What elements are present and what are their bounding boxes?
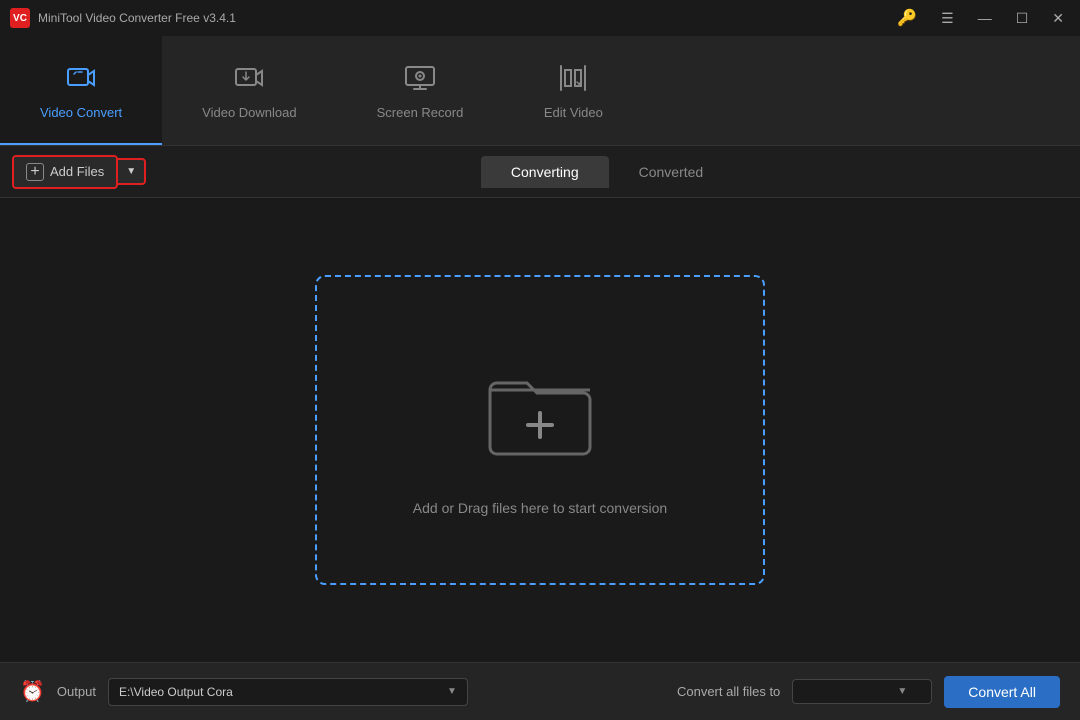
bottom-bar: ⏰ Output E:\Video Output Cora ▼ Convert … xyxy=(0,662,1080,720)
drop-label: Add or Drag files here to start conversi… xyxy=(413,500,667,516)
edit-video-icon xyxy=(557,62,589,99)
folder-add-icon xyxy=(475,345,605,480)
minimize-button[interactable]: — xyxy=(972,8,998,28)
add-files-plus-icon: + xyxy=(26,163,44,181)
tabs-area: Converting Converted xyxy=(146,156,1068,188)
toolbar: + Add Files ▼ Converting Converted xyxy=(0,146,1080,198)
maximize-button[interactable]: ☐ xyxy=(1010,8,1035,29)
output-path-chevron-icon: ▼ xyxy=(447,686,457,697)
screen-record-icon xyxy=(404,62,436,99)
add-files-button[interactable]: + Add Files xyxy=(12,155,118,189)
close-button[interactable]: ✕ xyxy=(1046,8,1070,29)
convert-all-files-label: Convert all files to xyxy=(677,684,780,699)
dropzone[interactable]: Add or Drag files here to start conversi… xyxy=(315,275,765,585)
nav-label-video-convert: Video Convert xyxy=(40,105,122,120)
video-convert-icon xyxy=(65,62,97,99)
title-bar-left: VC MiniTool Video Converter Free v3.4.1 xyxy=(10,8,236,28)
add-files-dropdown-button[interactable]: ▼ xyxy=(118,158,146,185)
sidebar-item-video-convert[interactable]: Video Convert xyxy=(0,36,162,145)
navbar: Video Convert Video Download Screen Reco… xyxy=(0,36,1080,146)
app-title: MiniTool Video Converter Free v3.4.1 xyxy=(38,11,236,25)
sidebar-item-edit-video[interactable]: Edit Video xyxy=(503,36,643,145)
nav-label-screen-record: Screen Record xyxy=(377,105,464,120)
title-bar: VC MiniTool Video Converter Free v3.4.1 … xyxy=(0,0,1080,36)
nav-label-video-download: Video Download xyxy=(202,105,296,120)
key-icon[interactable]: 🔑 xyxy=(891,6,923,30)
menu-button[interactable]: ☰ xyxy=(935,8,960,29)
logo-text: VC xyxy=(13,13,27,24)
video-download-icon xyxy=(233,62,265,99)
tab-converting[interactable]: Converting xyxy=(481,156,609,188)
nav-label-edit-video: Edit Video xyxy=(544,105,603,120)
add-files-label: Add Files xyxy=(50,164,104,179)
add-files-chevron-icon: ▼ xyxy=(126,166,136,177)
app-logo: VC xyxy=(10,8,30,28)
output-label: Output xyxy=(57,684,96,699)
convert-all-button[interactable]: Convert All xyxy=(944,676,1060,708)
output-path-value: E:\Video Output Cora xyxy=(119,685,233,699)
sidebar-item-screen-record[interactable]: Screen Record xyxy=(337,36,504,145)
titlebar-controls: 🔑 ☰ — ☐ ✕ xyxy=(891,6,1070,30)
tab-converted[interactable]: Converted xyxy=(609,156,734,188)
main-content: Add or Drag files here to start conversi… xyxy=(0,198,1080,662)
clock-icon: ⏰ xyxy=(20,679,45,704)
sidebar-item-video-download[interactable]: Video Download xyxy=(162,36,336,145)
convert-format-selector[interactable]: ▼ xyxy=(792,679,932,704)
add-files-group: + Add Files ▼ xyxy=(12,155,146,189)
convert-format-chevron-icon: ▼ xyxy=(897,686,907,697)
output-path-selector[interactable]: E:\Video Output Cora ▼ xyxy=(108,678,468,706)
